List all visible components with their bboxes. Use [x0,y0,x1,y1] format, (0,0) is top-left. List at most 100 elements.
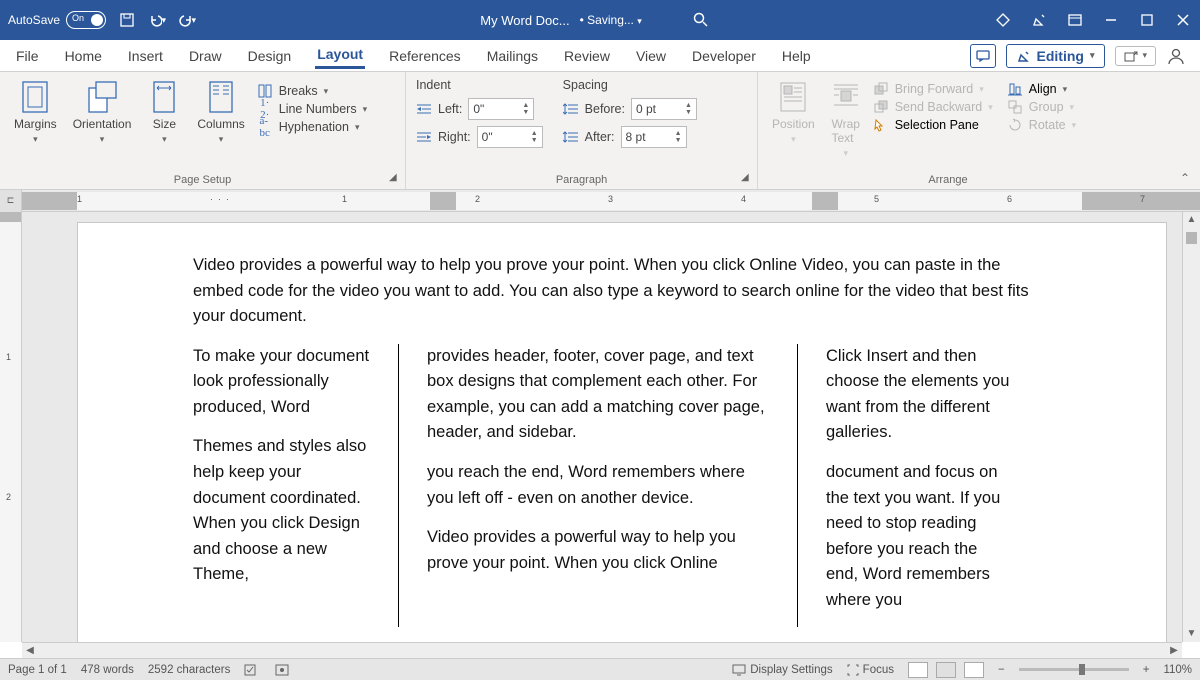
paragraph: To make your document look professionall… [193,344,378,421]
zoom-level[interactable]: 110% [1163,664,1192,676]
send-backward-button: Send Backward ▾ [873,100,993,114]
group-page-setup: Margins▾ Orientation▾ Size▾ Columns▾ Bre… [0,72,406,189]
spelling-icon[interactable] [244,663,260,677]
toggle-switch[interactable]: On [66,11,106,29]
char-count[interactable]: 2592 characters [148,664,230,676]
ruler-corner[interactable]: ⊏ [0,190,22,212]
account-icon[interactable] [1166,47,1186,65]
paragraph-launcher[interactable]: ◢ [741,172,753,184]
diamond-icon[interactable] [994,11,1012,29]
group-arrange: Position▾ WrapText▾ Bring Forward ▾ Send… [758,72,1138,189]
group-label: Paragraph [406,174,757,186]
tab-references[interactable]: References [387,44,463,68]
size-button[interactable]: Size▾ [143,78,185,189]
horizontal-ruler[interactable]: 1 · · · 1 2 3 4 5 6 7 [22,192,1200,210]
page-setup-launcher[interactable]: ◢ [389,172,401,184]
spacing-before-input[interactable]: 0 pt▲▼ [631,98,697,120]
share-button[interactable]: ▾ [1115,46,1156,66]
indent-label: Indent [416,78,543,92]
close-icon[interactable] [1174,11,1192,29]
ribbon-tabs: File Home Insert Draw Design Layout Refe… [0,40,1200,72]
tab-review[interactable]: Review [562,44,612,68]
tab-developer[interactable]: Developer [690,44,758,68]
minimize-icon[interactable] [1102,11,1120,29]
document-area: 1 2 Video provides a powerful way to hel… [0,212,1200,642]
indent-right-input[interactable]: 0"▲▼ [477,126,543,148]
collapse-ribbon-icon[interactable]: ⌃ [1180,171,1190,185]
left-label: Left: [438,102,462,116]
undo-icon[interactable]: ▾ [148,11,166,29]
status-bar: Page 1 of 1 478 words 2592 characters Di… [0,658,1200,680]
columns-button[interactable]: Columns▾ [193,78,248,189]
spacing-after-input[interactable]: 8 pt▲▼ [621,126,687,148]
redo-icon[interactable]: ▾ [178,11,196,29]
tab-mailings[interactable]: Mailings [485,44,540,68]
pencil-icon [1017,49,1031,63]
comments-button[interactable] [970,44,996,68]
read-mode-icon[interactable] [908,662,928,678]
search-icon[interactable] [692,11,710,29]
paragraph: Click Insert and then choose the element… [826,344,1013,446]
orientation-button[interactable]: Orientation▾ [69,78,136,189]
macro-icon[interactable] [274,663,290,677]
group-label: Page Setup [0,174,405,186]
ribbon: Margins▾ Orientation▾ Size▾ Columns▾ Bre… [0,72,1200,190]
zoom-slider[interactable] [1019,668,1129,671]
bring-forward-button: Bring Forward ▾ [873,82,993,96]
scroll-up-icon[interactable]: ▲ [1183,212,1200,228]
tab-home[interactable]: Home [63,44,104,68]
indent-right-icon [416,130,432,144]
scroll-left-icon[interactable]: ◀ [22,645,38,656]
tab-file[interactable]: File [14,44,41,68]
group-button: Group ▾ [1007,100,1076,114]
document-title: My Word Doc... [480,13,569,28]
autosave-toggle[interactable]: AutoSave On [8,11,106,29]
focus-button[interactable]: Focus [847,664,894,676]
paragraph: Video provides a powerful way to help yo… [193,253,1051,330]
margins-button[interactable]: Margins▾ [10,78,61,189]
hyphenation-button[interactable]: a-bcHyphenation ▾ [257,120,367,134]
tab-layout[interactable]: Layout [315,42,365,69]
maximize-icon[interactable] [1138,11,1156,29]
scroll-thumb[interactable] [1186,232,1197,244]
paragraph: Themes and styles also help keep your do… [193,434,378,587]
indent-left-icon [416,102,432,116]
web-layout-icon[interactable] [964,662,984,678]
tab-view[interactable]: View [634,44,668,68]
paragraph: you reach the end, Word remembers where … [427,460,769,511]
title-bar: AutoSave On ▾ ▾ My Word Doc... • Saving.… [0,0,1200,40]
document-page[interactable]: Video provides a powerful way to help yo… [77,222,1167,642]
autosave-label: AutoSave [8,13,60,27]
vertical-scrollbar[interactable]: ▲ ▼ [1182,212,1200,642]
tab-draw[interactable]: Draw [187,44,224,68]
right-label: Right: [438,130,471,144]
tab-help[interactable]: Help [780,44,813,68]
after-label: After: [585,130,615,144]
pencil-icon[interactable] [1030,11,1048,29]
group-label: Arrange [758,174,1138,186]
page-indicator[interactable]: Page 1 of 1 [8,664,67,676]
line-numbers-button[interactable]: 1·2·Line Numbers ▾ [257,102,367,116]
horizontal-scrollbar[interactable]: ◀ ▶ [22,642,1182,658]
print-layout-icon[interactable] [936,662,956,678]
spacing-label: Spacing [563,78,697,92]
editing-mode-button[interactable]: Editing ▾ [1006,44,1106,68]
rotate-button: Rotate ▾ [1007,118,1076,132]
save-icon[interactable] [118,11,136,29]
zoom-in-icon[interactable]: + [1143,664,1150,676]
tab-insert[interactable]: Insert [126,44,165,68]
zoom-out-icon[interactable]: − [998,664,1005,676]
paragraph: Video provides a powerful way to help yo… [427,525,769,576]
scroll-down-icon[interactable]: ▼ [1183,626,1200,642]
indent-left-input[interactable]: 0"▲▼ [468,98,534,120]
save-status: • Saving... ▾ [580,13,642,27]
align-button[interactable]: Align ▾ [1007,82,1076,96]
scroll-right-icon[interactable]: ▶ [1166,645,1182,656]
selection-pane-button[interactable]: Selection Pane [873,118,993,132]
vertical-ruler[interactable]: 1 2 [0,212,22,642]
display-settings[interactable]: Display Settings [732,664,832,676]
breaks-button[interactable]: Breaks ▾ [257,84,367,98]
tab-design[interactable]: Design [246,44,294,68]
word-count[interactable]: 478 words [81,664,134,676]
ribbon-display-icon[interactable] [1066,11,1084,29]
